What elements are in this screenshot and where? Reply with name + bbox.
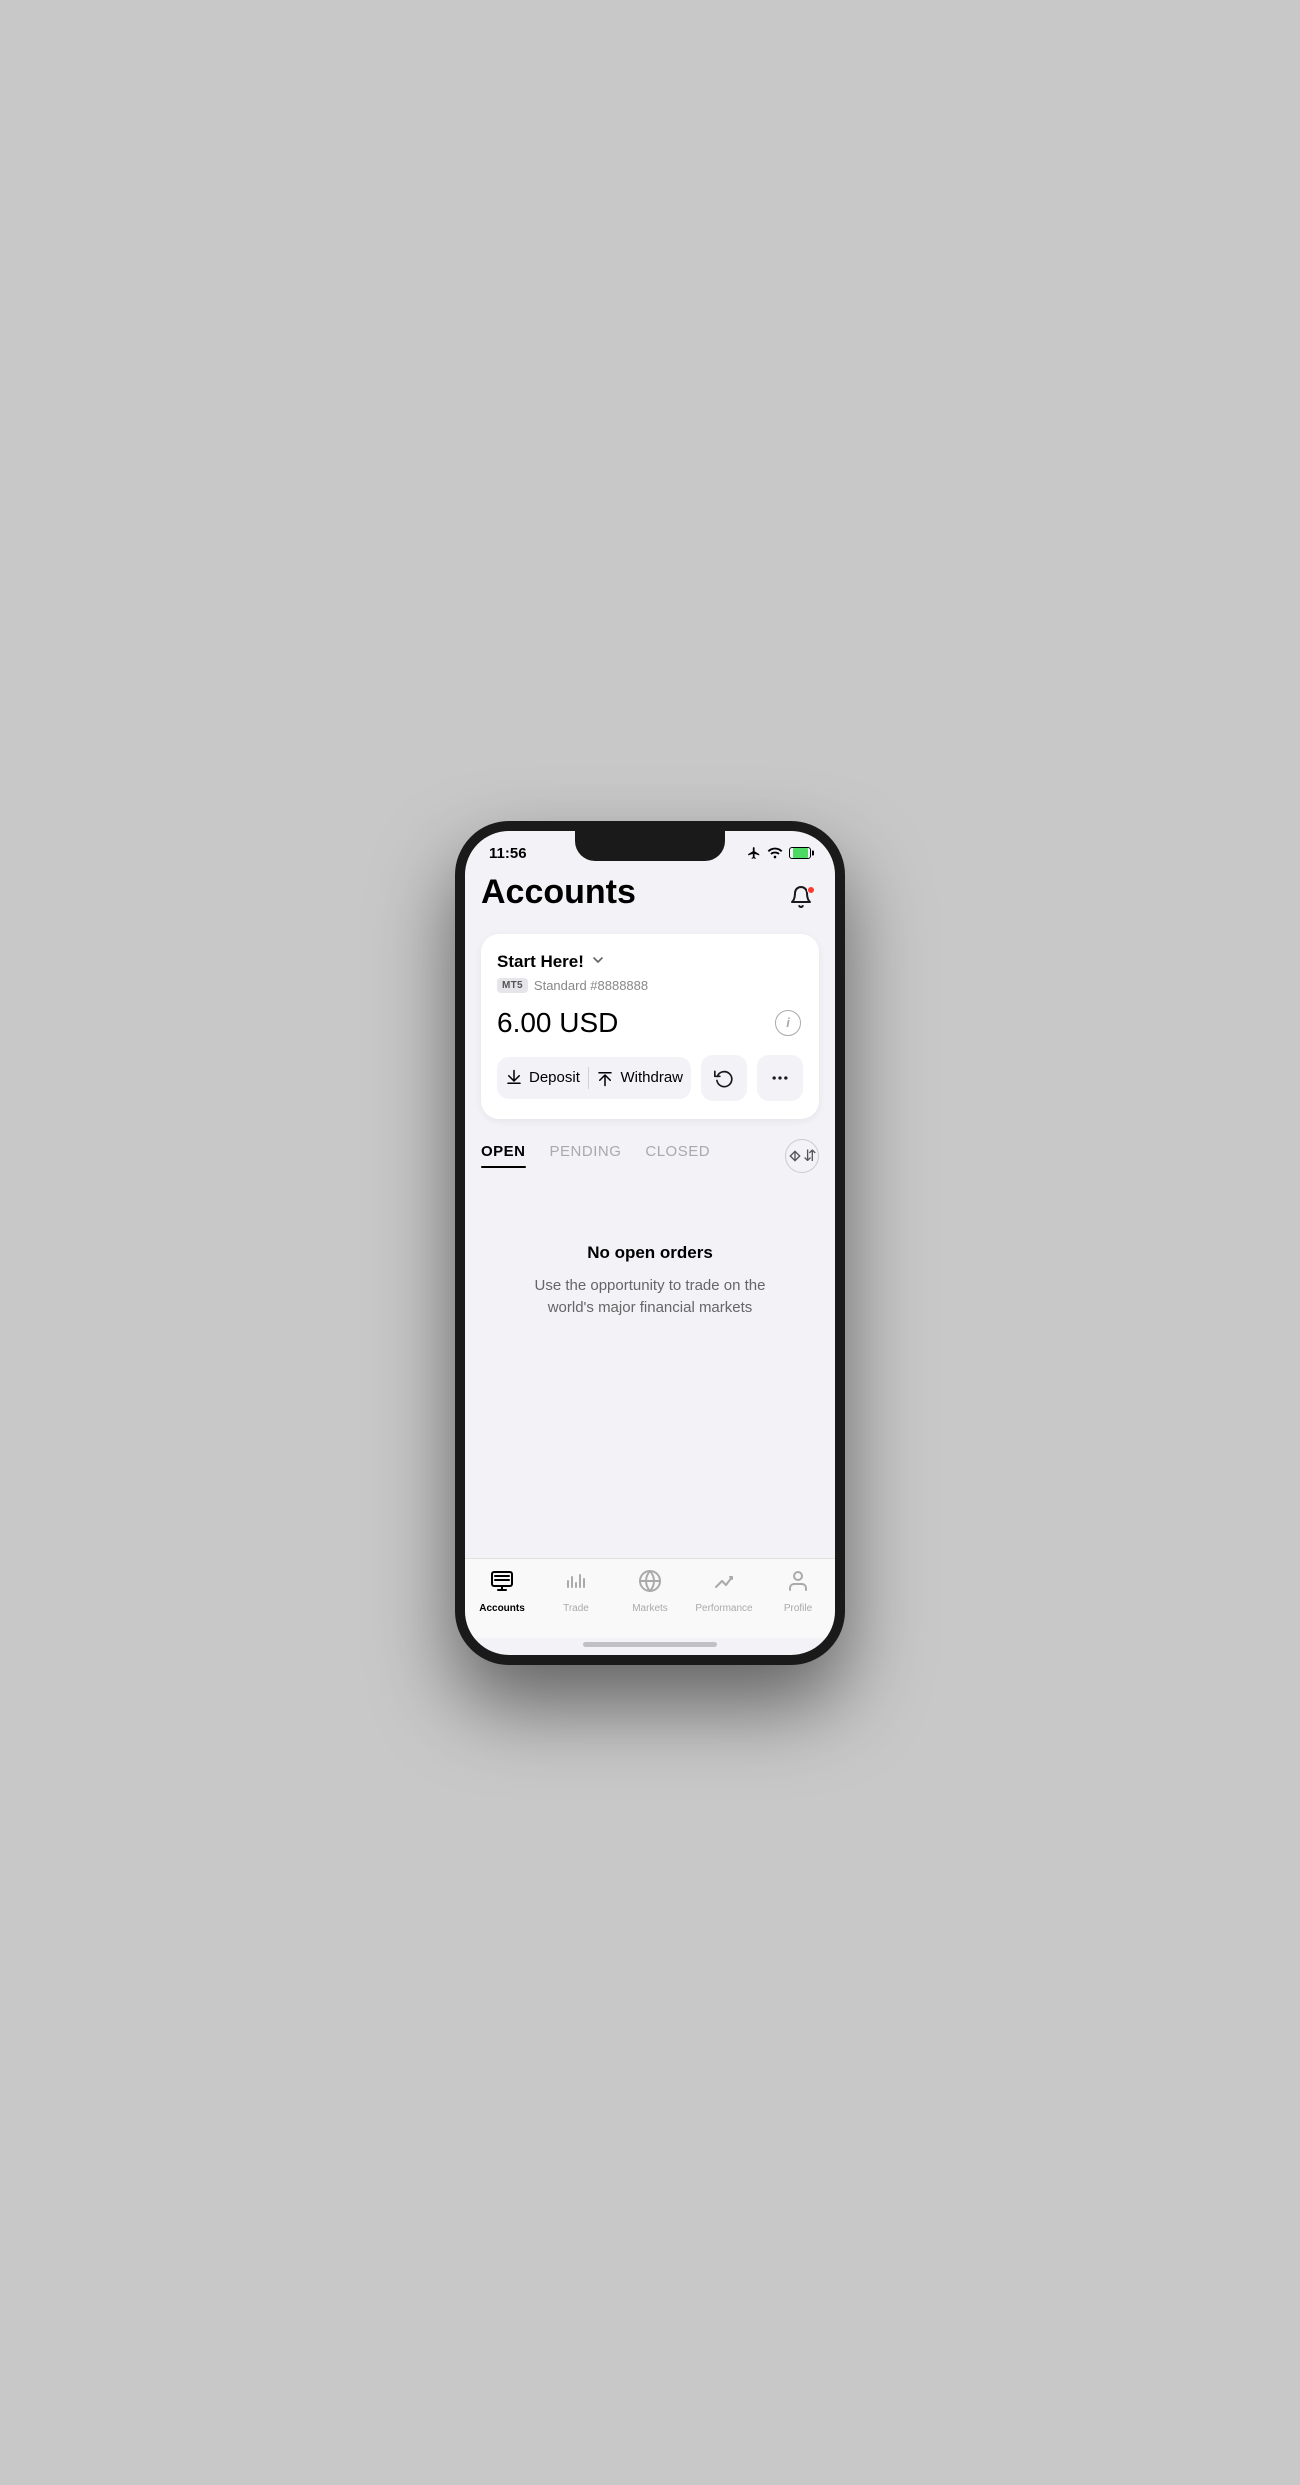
markets-nav-label: Markets [632,1603,668,1614]
notification-button[interactable] [783,882,819,918]
phone-screen: 11:56 Accounts [465,831,835,1655]
account-name: Start Here! [497,952,584,972]
nav-item-profile[interactable]: Profile [761,1569,835,1614]
account-meta: MT5 Standard #8888888 [497,978,803,993]
profile-nav-label: Profile [784,1603,812,1614]
empty-state: No open orders Use the opportunity to tr… [481,1193,819,1370]
info-button[interactable]: i [773,1008,803,1038]
deposit-button[interactable]: Deposit [497,1057,588,1099]
deposit-icon [505,1069,523,1087]
deposit-label: Deposit [529,1069,580,1086]
nav-item-markets[interactable]: Markets [613,1569,687,1614]
accounts-icon [490,1569,514,1599]
tab-closed[interactable]: CLOSED [645,1143,710,1168]
trade-icon [564,1569,588,1599]
more-button[interactable] [757,1055,803,1101]
nav-item-trade[interactable]: Trade [539,1569,613,1614]
nav-item-accounts[interactable]: Accounts [465,1569,539,1614]
performance-icon [712,1569,736,1599]
history-icon [714,1068,734,1088]
notification-dot [807,886,815,894]
markets-icon [638,1569,662,1599]
withdraw-icon [596,1069,614,1087]
tabs-left: OPEN PENDING CLOSED [481,1143,710,1168]
balance-amount: 6.00 USD [497,1007,618,1039]
wifi-icon [767,847,783,859]
tab-open[interactable]: OPEN [481,1143,526,1168]
notch [575,831,725,861]
nav-item-performance[interactable]: Performance [687,1569,761,1614]
account-card: Start Here! MT5 Standard #8888888 6.00 U… [481,934,819,1119]
bottom-nav: Accounts Trade [465,1558,835,1638]
info-circle-icon: i [775,1010,801,1036]
battery-icon [789,847,811,859]
performance-nav-label: Performance [695,1603,752,1614]
history-button[interactable] [701,1055,747,1101]
page-title: Accounts [481,874,636,911]
action-btn-group: Deposit Withdraw [497,1057,691,1099]
tabs-row: OPEN PENDING CLOSED ⇵ [481,1139,819,1173]
airplane-icon [747,846,761,860]
phone-frame: 11:56 Accounts [455,821,845,1665]
account-name-row: Start Here! [497,952,803,972]
empty-title: No open orders [587,1243,713,1263]
status-time: 11:56 [489,845,527,862]
withdraw-label: Withdraw [620,1069,683,1086]
sort-icon [787,1148,803,1164]
withdraw-button[interactable]: Withdraw [588,1057,691,1099]
status-icons [747,846,811,860]
more-icon [770,1068,790,1088]
trade-nav-label: Trade [563,1603,589,1614]
accounts-nav-label: Accounts [479,1603,525,1614]
account-number: Standard #8888888 [534,978,648,993]
main-content: Accounts Start Here! [465,866,835,1558]
empty-description: Use the opportunity to trade on the worl… [511,1275,789,1320]
profile-icon [786,1569,810,1599]
mt5-badge: MT5 [497,978,528,993]
chevron-down-icon[interactable] [590,952,606,971]
home-indicator [583,1642,717,1647]
header-row: Accounts [481,874,819,918]
balance-row: 6.00 USD i [497,1007,803,1039]
action-row: Deposit Withdraw [497,1055,803,1101]
sort-button[interactable]: ⇵ [785,1139,819,1173]
tab-pending[interactable]: PENDING [550,1143,622,1168]
